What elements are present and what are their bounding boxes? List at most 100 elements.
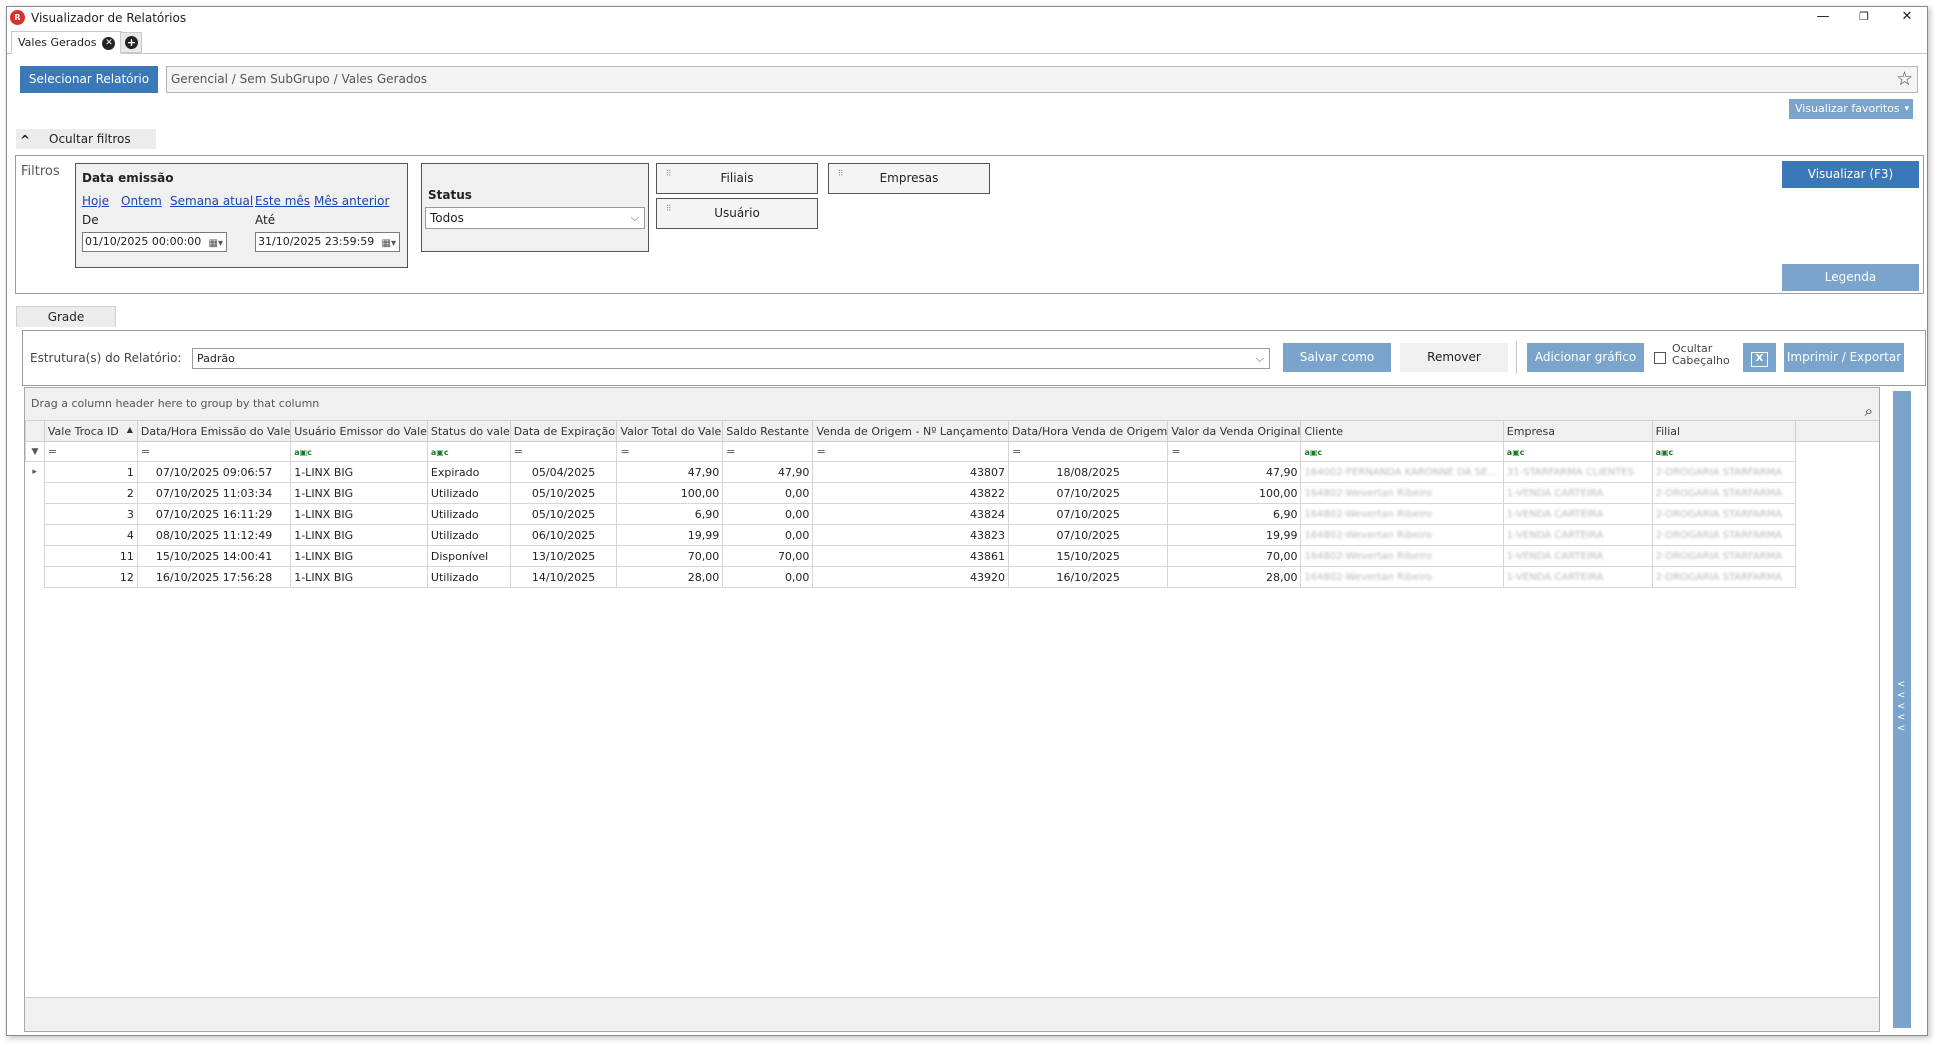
table-row[interactable]: 11 15/10/2025 14:00:41 1-LINX BIG Disponíve…: [26, 545, 1880, 567]
equals-filter-icon: =: [47, 445, 58, 458]
column-header[interactable]: Saldo Restante: [722, 420, 814, 442]
empresas-filter-button[interactable]: ⠿ Empresas: [828, 163, 990, 194]
calendar-icon[interactable]: ▦▾: [382, 235, 396, 253]
hide-header-label: Ocultar Cabeçalho: [1672, 343, 1730, 367]
maximize-button[interactable]: ❐: [1850, 8, 1878, 26]
column-filter-cell[interactable]: =: [616, 441, 724, 462]
row-filler: [1796, 567, 1879, 588]
column-filter-cell[interactable]: =: [136, 441, 292, 462]
visualize-button[interactable]: Visualizar (F3): [1782, 161, 1919, 188]
column-header[interactable]: Data/Hora Venda de Origem: [1008, 420, 1169, 442]
column-header[interactable]: Filial: [1651, 420, 1797, 442]
table-row[interactable]: 3 07/10/2025 16:11:29 1-LINX BIG Utilizado 0…: [26, 503, 1880, 525]
column-header[interactable]: Empresa: [1502, 420, 1653, 442]
remove-button[interactable]: Remover: [1400, 343, 1508, 372]
tab-grade[interactable]: Grade: [16, 306, 116, 327]
legend-button[interactable]: Legenda: [1782, 264, 1919, 291]
table-cell: 4: [43, 524, 138, 546]
table-row[interactable]: 2 07/10/2025 11:03:34 1-LINX BIG Utilizado 0…: [26, 482, 1880, 504]
side-panel-collapsed[interactable]: < < < < <: [1893, 391, 1911, 1028]
table-row[interactable]: 4 08/10/2025 11:12:49 1-LINX BIG Utilizado 0…: [26, 524, 1880, 546]
save-as-button[interactable]: Salvar como: [1283, 343, 1391, 372]
table-cell: 18/08/2025: [1008, 461, 1169, 483]
add-tab-button[interactable]: +: [120, 32, 142, 53]
table-cell: 1-VENDA CARTEIRA: [1502, 524, 1653, 546]
minimize-button[interactable]: —: [1809, 8, 1837, 26]
text-filter-icon: a▣c: [1304, 448, 1323, 457]
column-filter-cell[interactable]: a▣c: [1502, 441, 1653, 462]
table-row[interactable]: ▸ 1 07/10/2025 09:06:57 1-LINX BIG Expirado 0…: [26, 461, 1880, 483]
view-favorites-button[interactable]: Visualizar favoritos ▾: [1789, 99, 1913, 119]
column-header[interactable]: Vale Troca ID ▲: [43, 420, 138, 442]
column-filter-cell[interactable]: =: [43, 441, 138, 462]
tab-bar: Vales Gerados ✕ +: [7, 29, 1927, 54]
link-semana-atual[interactable]: Semana atual: [170, 194, 253, 208]
column-filter-cell[interactable]: =: [722, 441, 814, 462]
grid-footer: [25, 997, 1879, 1031]
row-filler: [1796, 525, 1879, 546]
link-ontem[interactable]: Ontem: [121, 194, 162, 208]
to-label: Até: [255, 213, 276, 227]
excel-icon: X: [1751, 352, 1768, 367]
column-header[interactable]: Valor Total do Vale: [616, 420, 724, 442]
status-select[interactable]: Todos ⌵: [425, 207, 645, 229]
column-filter-cell[interactable]: =: [1167, 441, 1302, 462]
column-filter-cell[interactable]: a▣c: [290, 441, 428, 462]
close-tab-icon[interactable]: ✕: [102, 36, 116, 50]
row-filler: [1796, 462, 1879, 483]
link-hoje[interactable]: Hoje: [82, 194, 109, 208]
hide-header-checkbox[interactable]: [1654, 352, 1666, 364]
table-cell: 05/10/2025: [509, 482, 618, 504]
link-este-mes[interactable]: Este mês: [255, 194, 310, 208]
column-header-label: Usuário Emissor do Vale: [294, 424, 427, 438]
date-to-field[interactable]: 31/10/2025 23:59:59 ▦▾: [255, 232, 400, 252]
column-filter-cell[interactable]: =: [812, 441, 1010, 462]
column-filter-cell[interactable]: a▣c: [1651, 441, 1797, 462]
column-header[interactable]: Cliente: [1300, 420, 1504, 442]
table-cell: 1-VENDA CARTEIRA: [1502, 566, 1653, 588]
column-filter-cell[interactable]: =: [509, 441, 618, 462]
table-cell: 28,00: [1167, 566, 1302, 588]
column-header[interactable]: Data/Hora Emissão do Vale: [136, 420, 292, 442]
table-cell: 16/10/2025 17:56:28: [136, 566, 292, 588]
calendar-icon[interactable]: ▦▾: [209, 235, 223, 253]
usuario-filter-button[interactable]: ⠿ Usuário: [656, 198, 818, 229]
add-icon: +: [125, 36, 138, 49]
tab-vales-gerados[interactable]: Vales Gerados ✕: [11, 31, 123, 54]
select-report-button[interactable]: Selecionar Relatório: [20, 66, 158, 93]
table-cell: 08/10/2025 11:12:49: [136, 524, 292, 546]
column-header[interactable]: Status do vale: [426, 420, 511, 442]
group-by-area[interactable]: Drag a column header here to group by th…: [25, 388, 1879, 420]
hide-filters-toggle[interactable]: ^ Ocultar filtros: [16, 129, 156, 149]
filter-icon[interactable]: ▼: [25, 441, 45, 462]
filter-row: ▼ = = a▣c a▣c = = = = = = a▣c a▣c a▣c: [25, 441, 1879, 462]
date-from-field[interactable]: 01/10/2025 00:00:00 ▦▾: [82, 232, 227, 252]
column-header[interactable]: Valor da Venda Original: [1167, 420, 1302, 442]
column-header[interactable]: Venda de Origem - Nº Lançamento: [812, 420, 1010, 442]
favorite-star-icon[interactable]: ☆: [1896, 69, 1913, 89]
row-filler: [1796, 483, 1879, 504]
table-row[interactable]: 12 16/10/2025 17:56:28 1-LINX BIG Utilizado…: [26, 566, 1880, 588]
filters-title: Filtros: [21, 164, 60, 179]
close-window-button[interactable]: ✕: [1893, 8, 1921, 26]
table-cell: Utilizado: [426, 503, 511, 525]
column-filter-cell[interactable]: a▣c: [426, 441, 511, 462]
empresas-label: Empresas: [879, 171, 939, 185]
add-chart-button[interactable]: Adicionar gráfico: [1527, 343, 1644, 372]
column-header[interactable]: Usuário Emissor do Vale: [290, 420, 428, 442]
link-mes-anterior[interactable]: Mês anterior: [314, 194, 389, 208]
column-header[interactable]: Data de Expiração: [509, 420, 618, 442]
column-filter-cell[interactable]: a▣c: [1300, 441, 1504, 462]
table-cell: Expirado: [426, 461, 511, 483]
excel-export-button[interactable]: X: [1743, 343, 1776, 372]
row-indicator: [26, 546, 45, 567]
table-cell: 100,00: [616, 482, 724, 504]
print-export-button[interactable]: Imprimir / Exportar: [1784, 343, 1904, 372]
column-filter-cell[interactable]: =: [1008, 441, 1169, 462]
chevron-up-icon: ^: [20, 133, 31, 147]
table-cell: 0,00: [722, 524, 814, 546]
equals-filter-icon: =: [513, 445, 523, 458]
row-filler: [1796, 504, 1879, 525]
filiais-filter-button[interactable]: ⠿ Filiais: [656, 163, 818, 194]
structure-select[interactable]: Padrão ⌵: [192, 348, 1270, 369]
